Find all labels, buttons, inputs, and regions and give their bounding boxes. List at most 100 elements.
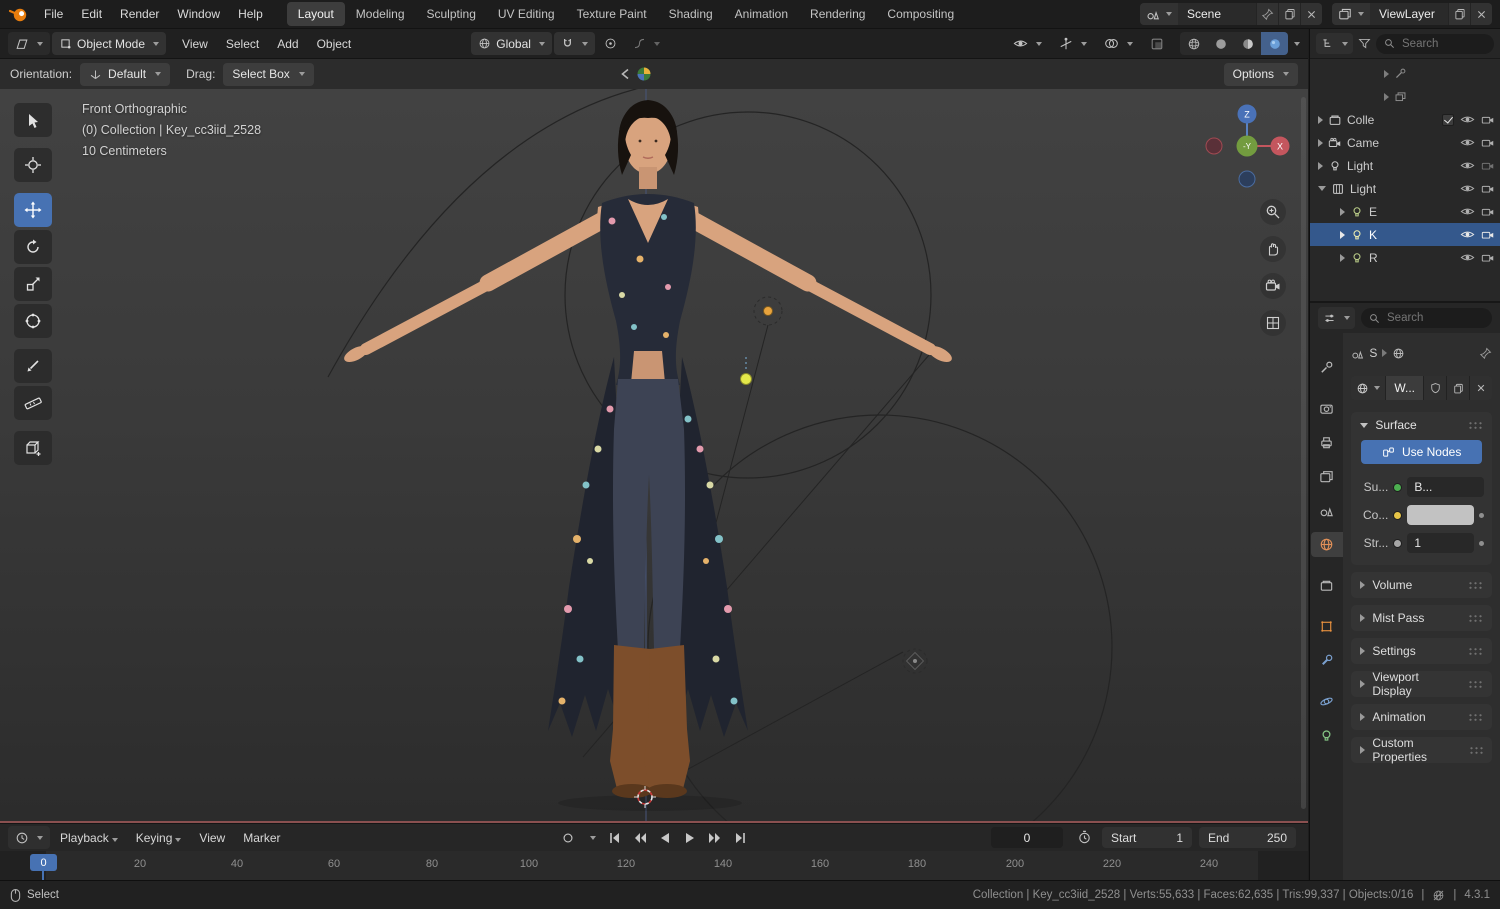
surface-shader-field[interactable]: B...: [1407, 477, 1484, 497]
expand-icon[interactable]: [1384, 69, 1389, 78]
overlays-dropdown[interactable]: [1097, 32, 1140, 55]
play-reverse-button[interactable]: [654, 828, 676, 848]
point-light-gizmo[interactable]: [753, 296, 783, 326]
next-keyframe-button[interactable]: [704, 828, 726, 848]
camera-visibility-icon[interactable]: [1481, 113, 1495, 127]
menu-object[interactable]: Object: [309, 33, 360, 55]
outliner-row-camera[interactable]: Came: [1310, 131, 1500, 154]
world-browse-button[interactable]: [1351, 376, 1387, 400]
panel-viewport-display[interactable]: Viewport Display: [1351, 670, 1492, 698]
workspace-tab-texture-paint[interactable]: Texture Paint: [566, 2, 658, 26]
camera-visibility-icon[interactable]: [1481, 205, 1495, 219]
playhead-marker[interactable]: 0: [30, 854, 57, 871]
menu-timeline-view[interactable]: View: [191, 827, 233, 849]
viewlayer-duplicate-button[interactable]: [1448, 3, 1470, 25]
frame-end-field[interactable]: End 250: [1199, 827, 1296, 848]
viewlayer-remove-button[interactable]: [1470, 3, 1492, 25]
workspace-tab-sculpting[interactable]: Sculpting: [416, 2, 487, 26]
blender-logo-icon[interactable]: [8, 3, 30, 25]
viewlayer-browse-button[interactable]: [1332, 3, 1370, 25]
tool-select-box[interactable]: [14, 103, 52, 137]
menu-keying[interactable]: Keying: [128, 827, 190, 849]
shading-material-button[interactable]: [1234, 32, 1261, 55]
active-tool-ball-icon[interactable]: [636, 66, 652, 82]
outliner-row-light-1[interactable]: Light: [1310, 154, 1500, 177]
panel-animation[interactable]: Animation: [1351, 704, 1492, 730]
use-preview-range-icon[interactable]: [1077, 830, 1092, 845]
tool-measure[interactable]: [14, 386, 52, 420]
auto-keying-dropdown-icon[interactable]: [590, 835, 596, 840]
properties-search-input[interactable]: [1385, 311, 1484, 325]
menu-file[interactable]: File: [36, 3, 71, 25]
eye-icon[interactable]: [1460, 158, 1475, 173]
camera-visibility-icon[interactable]: [1481, 159, 1495, 173]
tool-cursor[interactable]: [14, 148, 52, 182]
tab-physics-properties[interactable]: [1311, 689, 1343, 714]
fake-user-button[interactable]: [1423, 376, 1446, 400]
object-visibility-dropdown[interactable]: [1006, 32, 1049, 55]
tab-viewlayer-properties[interactable]: [1311, 464, 1343, 489]
proportional-falloff-dropdown[interactable]: [626, 32, 667, 55]
panel-mist-pass[interactable]: Mist Pass: [1351, 605, 1492, 631]
world-color-swatch[interactable]: [1407, 505, 1474, 525]
xray-toggle[interactable]: [1143, 32, 1171, 55]
expand-icon[interactable]: [1340, 230, 1345, 239]
character-model[interactable]: [342, 100, 955, 811]
outliner-row-light-k[interactable]: K: [1310, 223, 1500, 246]
tool-move[interactable]: [14, 193, 52, 227]
collection-checkbox[interactable]: [1442, 113, 1454, 126]
outliner-search[interactable]: [1376, 33, 1494, 54]
timeline-editor-type-button[interactable]: [8, 826, 50, 849]
scene-pin-button[interactable]: [1256, 3, 1278, 25]
viewlayer-name[interactable]: ViewLayer: [1370, 7, 1448, 21]
eye-icon[interactable]: [1460, 181, 1475, 196]
tool-annotate[interactable]: [14, 349, 52, 383]
tab-tool-properties[interactable]: [1311, 355, 1343, 380]
panel-grip-icon[interactable]: [1468, 679, 1483, 689]
outliner-row-partial[interactable]: [1310, 62, 1500, 85]
eye-icon[interactable]: [1460, 250, 1475, 265]
tool-transform[interactable]: [14, 304, 52, 338]
outliner-editor-type-button[interactable]: [1316, 33, 1353, 54]
auto-keying-toggle[interactable]: [557, 828, 579, 848]
transform-orientation-button[interactable]: Global: [471, 32, 552, 55]
menu-render[interactable]: Render: [112, 3, 167, 25]
camera-visibility-icon[interactable]: [1481, 228, 1495, 242]
expand-icon[interactable]: [1340, 207, 1345, 216]
surface-panel-header[interactable]: Surface: [1351, 412, 1492, 438]
play-button[interactable]: [679, 828, 701, 848]
tab-output-properties[interactable]: [1311, 430, 1343, 455]
viewport-scrollbar[interactable]: [1301, 97, 1306, 809]
shading-wireframe-button[interactable]: [1180, 32, 1207, 55]
eye-icon[interactable]: [1460, 204, 1475, 219]
proportional-editing-toggle[interactable]: [597, 32, 624, 55]
eye-icon[interactable]: [1460, 112, 1475, 127]
selected-light-gizmo[interactable]: [740, 357, 752, 385]
tab-object-properties[interactable]: [1311, 614, 1343, 639]
menu-select[interactable]: Select: [218, 33, 267, 55]
workspace-tab-uv-editing[interactable]: UV Editing: [487, 2, 566, 26]
collapse-icon[interactable]: [1318, 186, 1326, 191]
prev-keyframe-button[interactable]: [629, 828, 651, 848]
expand-icon[interactable]: [1318, 161, 1323, 170]
panel-custom-properties[interactable]: Custom Properties: [1351, 736, 1492, 764]
workspace-tab-layout[interactable]: Layout: [286, 2, 345, 26]
tab-world-properties[interactable]: [1310, 532, 1343, 557]
camera-visibility-icon[interactable]: [1481, 182, 1495, 196]
scene-unlink-button[interactable]: [1300, 3, 1322, 25]
panel-grip-icon[interactable]: [1468, 580, 1483, 590]
orientation-dropdown[interactable]: Default: [80, 62, 171, 86]
menu-playback[interactable]: Playback: [52, 827, 126, 849]
expand-icon[interactable]: [1340, 253, 1345, 262]
menu-window[interactable]: Window: [169, 3, 228, 25]
menu-add[interactable]: Add: [269, 33, 306, 55]
toggle-grid-button[interactable]: [1260, 310, 1286, 336]
shading-rendered-button[interactable]: [1261, 32, 1288, 55]
eye-icon[interactable]: [1460, 135, 1475, 150]
panel-volume[interactable]: Volume: [1351, 572, 1492, 598]
workspace-tab-modeling[interactable]: Modeling: [345, 2, 416, 26]
tab-render-properties[interactable]: [1311, 396, 1343, 421]
expand-icon[interactable]: [1384, 92, 1389, 101]
collapse-arrow-icon[interactable]: [620, 68, 630, 80]
outliner-row-light-2[interactable]: Light: [1310, 177, 1500, 200]
